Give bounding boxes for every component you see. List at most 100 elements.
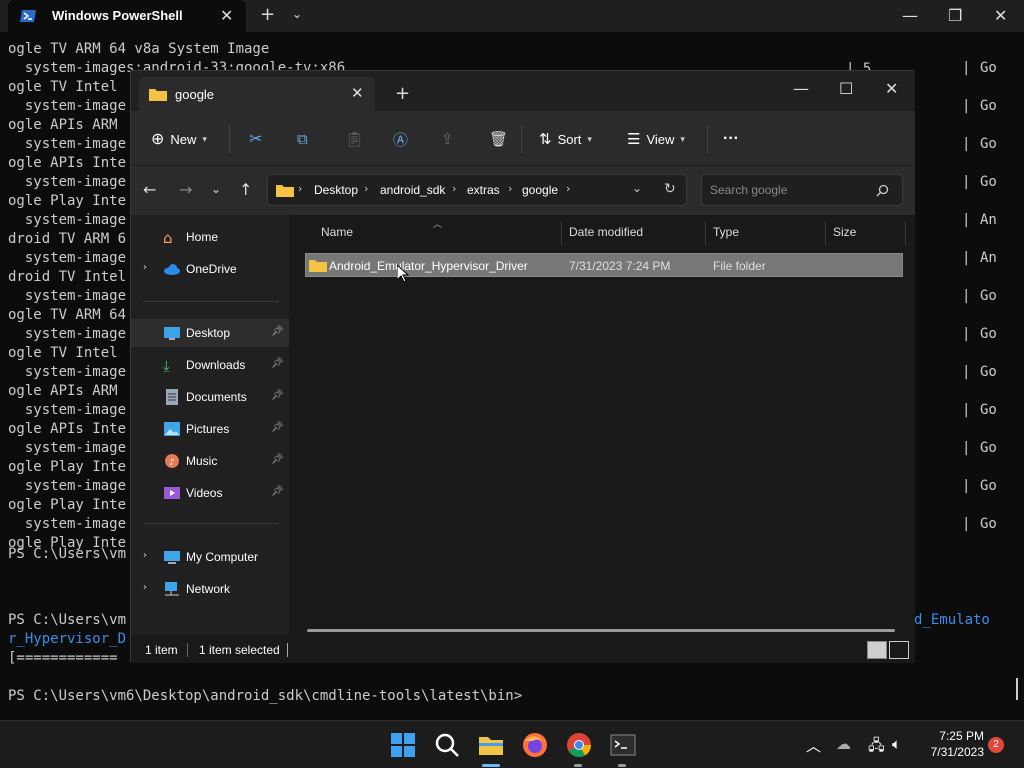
terminal-line: ogle Play Inte — [8, 459, 127, 475]
share-icon[interactable]: ⇪ — [441, 125, 454, 153]
column-separator[interactable] — [705, 221, 706, 245]
terminal-prompt: PS C:\Users\vm — [8, 612, 127, 628]
search-input[interactable]: Search google — [701, 174, 903, 206]
pin-icon[interactable]: 📌︎ — [271, 454, 284, 465]
windows-start-icon[interactable] — [389, 731, 417, 759]
clock[interactable]: 7:25 PM 7/31/2023 — [918, 728, 984, 760]
close-icon[interactable]: ✕ — [220, 6, 233, 25]
network-icon[interactable]: 🖧︎ — [868, 735, 885, 760]
copy-icon[interactable]: ⧉ — [297, 125, 308, 153]
column-separator[interactable] — [561, 221, 562, 245]
terminal-line: ogle APIs Inte — [8, 421, 127, 437]
breadcrumb-desktop[interactable]: Desktop — [314, 183, 358, 197]
toolbar-divider — [707, 125, 708, 153]
view-button[interactable]: ☰ View ▾ — [627, 125, 685, 153]
cut-icon[interactable]: ✂ — [249, 125, 262, 153]
new-button[interactable]: ⊕ New ▾ — [151, 125, 207, 153]
volume-icon[interactable]: 🔈︎ — [892, 735, 901, 753]
paste-icon[interactable]: 📋︎ — [345, 125, 364, 153]
close-window-icon[interactable]: ✕ — [885, 79, 898, 98]
pin-icon[interactable]: 📌︎ — [271, 486, 284, 497]
terminal-right-line: Go — [980, 440, 997, 456]
terminal-right-line: Go — [980, 98, 997, 114]
horizontal-scrollbar[interactable] — [307, 629, 895, 632]
pin-icon[interactable]: 📌︎ — [271, 422, 284, 433]
chevron-right-icon[interactable]: › — [143, 550, 147, 561]
nav-item-my-computer[interactable]: › My Computer — [131, 543, 289, 571]
toolbar-divider — [521, 125, 522, 153]
chevron-down-icon[interactable]: ⌄ — [632, 181, 642, 195]
column-header-size[interactable]: Size — [833, 225, 856, 239]
maximize-icon[interactable]: ☐ — [839, 79, 853, 98]
close-window-icon[interactable]: ✕ — [994, 6, 1007, 25]
sort-icon: ⇅ — [539, 131, 552, 148]
column-separator[interactable] — [825, 221, 826, 245]
terminal-line: system-image — [8, 136, 127, 152]
restore-icon[interactable]: ❐ — [948, 6, 962, 25]
svg-text:♪: ♪ — [169, 458, 175, 468]
search-icon[interactable] — [433, 731, 461, 759]
nav-item-downloads[interactable]: ⤓ Downloads 📌︎ — [131, 351, 289, 379]
rename-icon[interactable]: Ⓐ — [393, 125, 408, 153]
ps-tab[interactable]: Windows PowerShell ✕ — [8, 0, 246, 32]
minimize-icon[interactable]: — — [902, 6, 918, 25]
chevron-right-icon[interactable]: › — [143, 582, 147, 593]
up-arrow-icon[interactable]: ↑ — [239, 180, 252, 199]
chevron-down-icon[interactable]: ⌄ — [292, 7, 302, 21]
nav-item-onedrive[interactable]: › OneDrive — [131, 255, 289, 283]
close-icon[interactable]: ✕ — [351, 84, 364, 102]
terminal-scrollbar[interactable] — [1016, 678, 1018, 700]
nav-item-home[interactable]: ⌂ Home — [131, 223, 289, 251]
refresh-icon[interactable]: ↻ — [664, 181, 676, 197]
nav-item-desktop[interactable]: Desktop 📌︎ — [131, 319, 289, 347]
terminal-pipe: | — [962, 364, 971, 380]
chevron-up-icon[interactable]: ︿ — [806, 735, 821, 756]
chevron-right-icon: › — [508, 182, 513, 195]
sort-button[interactable]: ⇅ Sort ▾ — [539, 125, 592, 153]
terminal-icon[interactable] — [609, 731, 637, 759]
pin-icon[interactable]: 📌︎ — [271, 358, 284, 369]
details-view-icon[interactable] — [867, 641, 887, 659]
onedrive-offline-icon[interactable]: ☁ — [836, 735, 851, 753]
breadcrumb-google[interactable]: google — [522, 183, 558, 197]
chevron-right-icon[interactable]: › — [143, 262, 147, 273]
nav-item-network[interactable]: › Network — [131, 575, 289, 603]
breadcrumb-android-sdk[interactable]: android_sdk — [380, 183, 445, 197]
notification-badge[interactable]: 2 — [988, 737, 1004, 753]
terminal-pipe: | — [962, 440, 971, 456]
plus-icon[interactable]: + — [260, 4, 275, 25]
terminal-line: system-image — [8, 250, 127, 266]
nav-item-videos[interactable]: Videos 📌︎ — [131, 479, 289, 507]
plus-icon[interactable]: + — [395, 83, 410, 104]
terminal-prompt: PS C:\Users\vm — [8, 546, 127, 562]
firefox-icon[interactable] — [521, 731, 549, 759]
pin-icon[interactable]: 📌︎ — [271, 390, 284, 401]
address-field[interactable]: › Desktop › android_sdk › extras › googl… — [267, 174, 687, 206]
terminal-line: ogle TV ARM 64 — [8, 307, 127, 323]
breadcrumb-extras[interactable]: extras — [467, 183, 500, 197]
nav-item-pictures[interactable]: Pictures 📌︎ — [131, 415, 289, 443]
minimize-icon[interactable]: — — [793, 79, 809, 98]
terminal-right-line: Go — [980, 364, 997, 380]
column-header-type[interactable]: Type — [713, 225, 739, 239]
terminal-right-line: Go — [980, 136, 997, 152]
nav-item-music[interactable]: ♪ Music 📌︎ — [131, 447, 289, 475]
delete-icon[interactable]: 🗑︎ — [489, 125, 508, 153]
file-name: Android_Emulator_Hypervisor_Driver — [329, 259, 528, 273]
explorer-tab[interactable]: google ✕ — [139, 77, 375, 111]
column-header-name[interactable]: Name — [321, 225, 353, 239]
terminal-line: ogle TV ARM 64 v8a System Image — [8, 41, 270, 57]
file-explorer-icon[interactable] — [477, 731, 505, 759]
column-separator[interactable] — [905, 221, 906, 245]
document-icon — [166, 389, 178, 405]
back-arrow-icon[interactable]: ← — [143, 180, 156, 199]
chrome-icon[interactable] — [565, 731, 593, 759]
nav-item-documents[interactable]: Documents 📌︎ — [131, 383, 289, 411]
pin-icon[interactable]: 📌︎ — [271, 326, 284, 337]
tiles-view-icon[interactable] — [889, 641, 909, 659]
column-header-date[interactable]: Date modified — [569, 225, 643, 239]
forward-arrow-icon[interactable]: → — [179, 180, 192, 199]
table-row[interactable]: Android_Emulator_Hypervisor_Driver 7/31/… — [305, 253, 903, 277]
more-options-icon[interactable]: ··· — [723, 125, 739, 153]
recent-chevron-icon[interactable]: ⌄ — [211, 182, 221, 196]
